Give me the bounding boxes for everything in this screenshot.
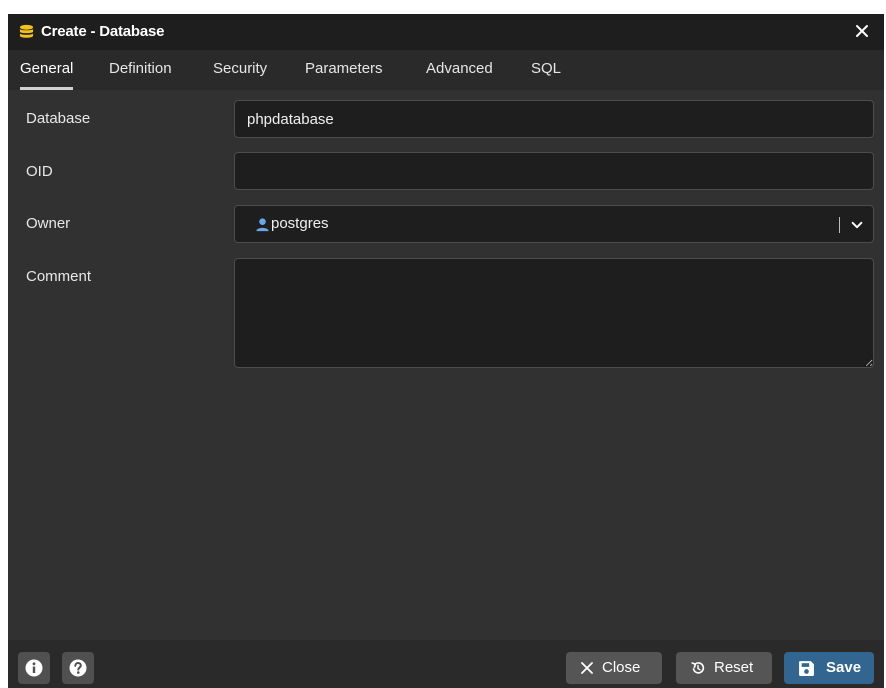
close-button[interactable]: Close — [566, 652, 662, 684]
tab-parameters[interactable]: Parameters — [305, 50, 383, 90]
tab-security[interactable]: Security — [213, 50, 267, 90]
database-label: Database — [26, 110, 91, 127]
user-icon — [256, 218, 269, 232]
owner-select[interactable]: postgres — [234, 205, 874, 243]
close-icon — [581, 662, 593, 674]
help-button[interactable] — [62, 652, 94, 684]
oid-input[interactable] — [234, 152, 874, 190]
comment-label: Comment — [26, 268, 92, 285]
owner-value: postgres — [271, 215, 329, 232]
oid-label: OID — [26, 163, 53, 180]
save-button[interactable]: Save — [784, 652, 874, 684]
tab-general[interactable]: General — [20, 50, 74, 90]
tab-advanced[interactable]: Advanced — [426, 50, 493, 90]
tab-sql[interactable]: SQL — [531, 50, 561, 90]
info-button[interactable] — [18, 652, 50, 684]
reset-button-label: Reset — [714, 659, 754, 676]
help-icon — [69, 659, 87, 677]
reset-icon — [691, 662, 705, 674]
create-database-dialog: Create - Database General Definition Sec… — [8, 14, 884, 688]
close-button-label: Close — [602, 659, 641, 676]
tab-definition[interactable]: Definition — [109, 50, 172, 90]
reset-button[interactable]: Reset — [676, 652, 772, 684]
save-button-label: Save — [826, 659, 862, 676]
close-icon[interactable] — [854, 23, 870, 39]
chevron-down-icon[interactable] — [850, 218, 864, 232]
dialog-footer: Close Reset Save — [8, 640, 884, 688]
owner-label: Owner — [26, 215, 71, 232]
database-icon — [19, 24, 34, 38]
save-icon — [799, 661, 814, 676]
comment-textarea[interactable] — [234, 258, 874, 368]
dialog-titlebar[interactable]: Create - Database — [8, 14, 884, 50]
tab-bar: General Definition Security Parameters A… — [8, 50, 884, 90]
dialog-title: Create - Database — [41, 23, 165, 40]
database-name-input[interactable] — [234, 100, 874, 138]
info-icon — [25, 659, 43, 677]
select-separator — [839, 217, 840, 233]
